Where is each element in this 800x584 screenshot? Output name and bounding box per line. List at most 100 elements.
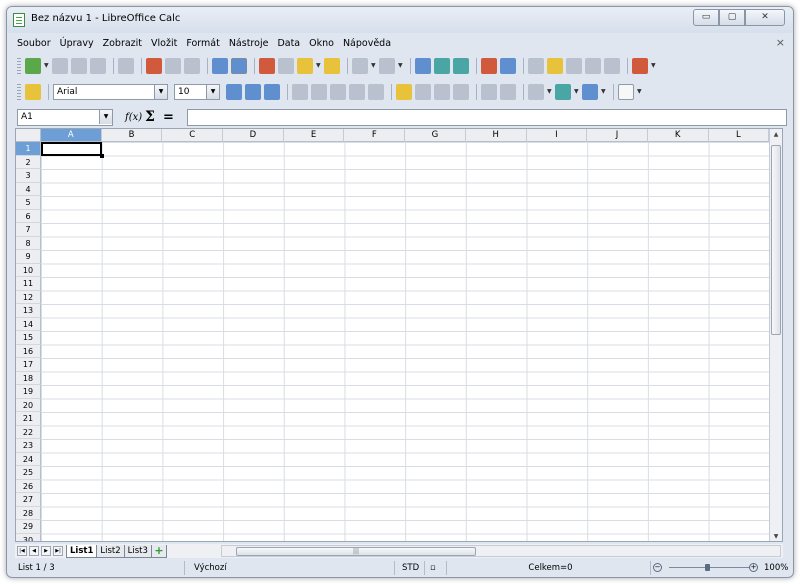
redo-icon[interactable] — [379, 58, 395, 74]
menu-data[interactable]: Data — [277, 38, 300, 49]
row-header[interactable]: 25 — [16, 466, 41, 480]
sheet-tab-list3[interactable]: List3 — [123, 544, 152, 558]
row-header[interactable]: 27 — [16, 493, 41, 507]
row-header[interactable]: 8 — [16, 236, 41, 250]
zoom-slider-knob[interactable] — [705, 564, 710, 571]
sum-icon[interactable]: Σ — [145, 109, 163, 125]
background-dropdown-icon[interactable]: ▼ — [574, 84, 580, 100]
selection-mode[interactable]: STD — [399, 561, 425, 575]
sort-descending-icon[interactable] — [453, 58, 469, 74]
function-wizard-icon[interactable]: f(x) — [125, 112, 143, 123]
column-header[interactable]: E — [283, 129, 345, 142]
merge-cells-icon[interactable] — [368, 84, 384, 100]
row-header[interactable]: 7 — [16, 223, 41, 237]
vertical-scroll-thumb[interactable] — [771, 145, 781, 335]
zoom-in-icon[interactable]: + — [749, 563, 758, 572]
add-sheet-icon[interactable]: + — [150, 544, 167, 558]
formula-input[interactable] — [187, 108, 787, 126]
name-box[interactable]: A1 ▼ — [17, 108, 113, 126]
increase-indent-icon[interactable] — [500, 84, 516, 100]
menu-zobrazit[interactable]: Zobrazit — [103, 38, 142, 49]
font-color-dropdown-icon[interactable]: ▼ — [601, 84, 607, 100]
close-document-button[interactable]: × — [776, 36, 785, 49]
row-header[interactable]: 30 — [16, 533, 41, 541]
menu-vlozit[interactable]: Vložit — [151, 38, 177, 49]
sort-ascending-icon[interactable] — [434, 58, 450, 74]
open-icon[interactable] — [52, 58, 68, 74]
undo-dropdown-icon[interactable]: ▼ — [371, 58, 377, 74]
chevron-down-icon[interactable]: ▼ — [154, 85, 167, 99]
paste-icon[interactable] — [297, 58, 313, 74]
background-color-icon[interactable] — [555, 84, 571, 100]
row-header[interactable]: 22 — [16, 425, 41, 439]
menu-soubor[interactable]: Soubor — [17, 38, 51, 49]
select-all-corner[interactable] — [16, 129, 41, 142]
font-size-select[interactable]: 10 ▼ — [174, 84, 220, 100]
title-bar[interactable]: Bez názvu 1 - LibreOffice Calc ▭ ▢ ✕ — [7, 7, 793, 33]
save-icon[interactable] — [71, 58, 87, 74]
font-color-icon[interactable] — [582, 84, 598, 100]
row-header[interactable]: 19 — [16, 385, 41, 399]
add-decimal-icon[interactable] — [453, 84, 469, 100]
first-sheet-icon[interactable]: |◀ — [17, 546, 27, 556]
row-header[interactable]: 28 — [16, 506, 41, 520]
row-header[interactable]: 16 — [16, 344, 41, 358]
print-icon[interactable] — [165, 58, 181, 74]
copy-icon[interactable] — [278, 58, 294, 74]
redo-dropdown-icon[interactable]: ▼ — [398, 58, 404, 74]
spellcheck-icon[interactable] — [212, 58, 228, 74]
row-header[interactable]: 10 — [16, 263, 41, 277]
row-header[interactable]: 21 — [16, 412, 41, 426]
sheet-tab-list2[interactable]: List2 — [96, 544, 125, 558]
row-header[interactable]: 13 — [16, 304, 41, 318]
justify-icon[interactable] — [349, 84, 365, 100]
column-header[interactable]: C — [162, 129, 224, 142]
row-header[interactable]: 6 — [16, 209, 41, 223]
data-sources-icon[interactable] — [585, 58, 601, 74]
percent-format-icon[interactable] — [415, 84, 431, 100]
styles-icon[interactable] — [25, 84, 41, 100]
row-header[interactable]: 5 — [16, 196, 41, 210]
row-header[interactable]: 24 — [16, 452, 41, 466]
vertical-scrollbar[interactable]: ▲ ▼ — [769, 129, 782, 541]
toolbar-overflow-icon[interactable]: ▼ — [637, 84, 643, 100]
spreadsheet-grid[interactable]: ABCDEFGHIJKL 1 2 3 4 5 6 7 8 9 10 11 12 13 14 15 16 17 18… — [15, 128, 783, 542]
horizontal-scroll-thumb[interactable]: ||| — [236, 547, 476, 556]
decrease-indent-icon[interactable] — [481, 84, 497, 100]
align-right-icon[interactable] — [330, 84, 346, 100]
mail-icon[interactable] — [90, 58, 106, 74]
zoom-level[interactable]: 100% — [761, 561, 788, 575]
sheet-tab-list1[interactable]: List1 — [66, 544, 98, 558]
row-header[interactable]: 23 — [16, 439, 41, 453]
row-header[interactable]: 26 — [16, 479, 41, 493]
toolbar-grip[interactable] — [17, 84, 21, 100]
column-header[interactable]: B — [101, 129, 163, 142]
borders-icon[interactable] — [528, 84, 544, 100]
menu-napoveda[interactable]: Nápověda — [343, 38, 391, 49]
edit-file-icon[interactable] — [118, 58, 134, 74]
find-replace-icon[interactable] — [528, 58, 544, 74]
menu-upravy[interactable]: Úpravy — [60, 38, 94, 49]
zoom-out-icon[interactable]: − — [653, 563, 662, 572]
minimize-button[interactable]: ▭ — [693, 9, 719, 26]
column-header[interactable]: D — [223, 129, 284, 142]
row-header[interactable]: 3 — [16, 169, 41, 183]
row-header[interactable]: 9 — [16, 250, 41, 264]
currency-format-icon[interactable] — [396, 84, 412, 100]
column-header[interactable]: J — [587, 129, 648, 142]
chart-icon[interactable] — [481, 58, 497, 74]
toolbar-overflow-icon[interactable]: ▼ — [651, 58, 657, 74]
undo-icon[interactable] — [352, 58, 368, 74]
chevron-down-icon[interactable]: ▼ — [206, 85, 219, 99]
zoom-icon[interactable] — [604, 58, 620, 74]
paste-dropdown-icon[interactable]: ▼ — [316, 58, 322, 74]
prev-sheet-icon[interactable]: ◀ — [29, 546, 39, 556]
maximize-button[interactable]: ▢ — [719, 9, 745, 26]
cell-area[interactable] — [41, 142, 771, 541]
autospellcheck-icon[interactable] — [231, 58, 247, 74]
new-document-icon[interactable] — [25, 58, 41, 74]
active-cell-cursor[interactable] — [41, 142, 104, 158]
chevron-down-icon[interactable]: ▼ — [99, 109, 112, 124]
column-header[interactable]: F — [344, 129, 406, 142]
navigator-icon[interactable] — [547, 58, 563, 74]
